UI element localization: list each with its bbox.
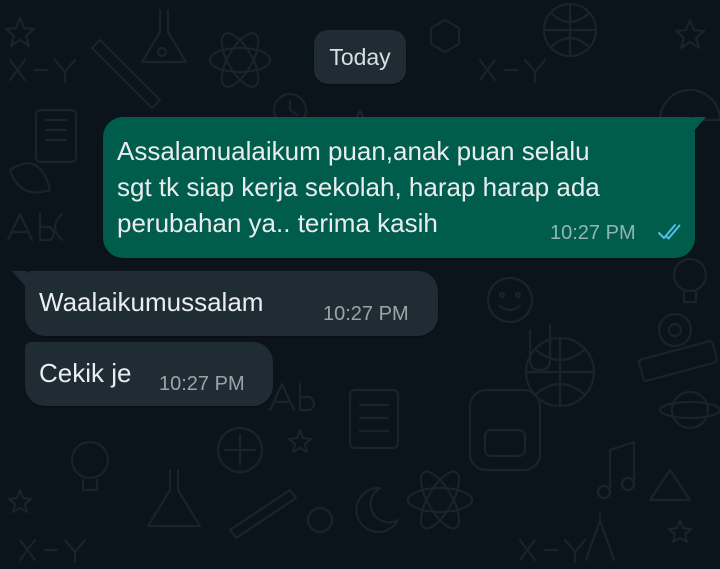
bubble-tail [12,271,26,287]
message-bubble-incoming[interactable]: Cekik je 10:27 PM [25,342,273,406]
message-text: Cekik je [39,358,132,388]
message-time: 10:27 PM [323,303,409,325]
date-divider: Today [314,30,406,84]
message-time: 10:27 PM [550,222,636,244]
message-text: Waalaikumussalam [39,287,264,317]
bubble-tail [692,117,706,133]
message-time: 10:27 PM [159,373,245,395]
message-bubble-outgoing[interactable]: Assalamualaikum puan,anak puan selalu sg… [103,117,695,258]
double-check-icon [658,224,681,240]
message-bubble-incoming[interactable]: Waalaikumussalam 10:27 PM [25,271,438,336]
